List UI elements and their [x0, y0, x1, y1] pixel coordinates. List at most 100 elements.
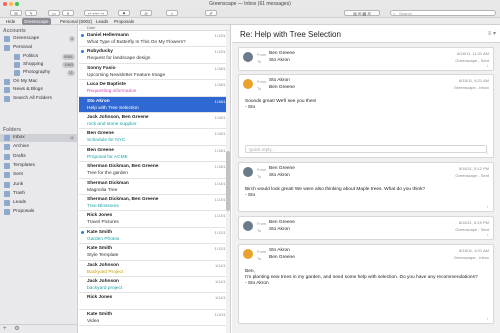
close-window-button[interactable]: [3, 2, 7, 6]
mail-window: Greenscape — Inbox (61 messages) ✉ ✎ ▭ ✕…: [0, 0, 500, 333]
body-line: I'm planting new trees in my garden, and…: [245, 275, 478, 280]
message-row[interactable]: Rubyducky Request for landscape design 1/1…: [79, 47, 230, 64]
delete-button[interactable]: ✕: [62, 10, 74, 16]
message-row[interactable]: Jack Johnson, Ben Greene rock and stone s…: [79, 113, 230, 130]
message-row[interactable]: Sherman Dickman Magnolia Tree 1/14/16: [79, 179, 230, 195]
view-switcher[interactable]: ▤ ✉ ▦ ☰: [344, 10, 380, 16]
card-date: 8/18/11, 6:15 PM: [458, 220, 489, 225]
message-card: From Ben Greene To Sto Akron 8/18/11, 6:15 P…: [238, 216, 494, 240]
message-list: Date Daniel Hellermann What Type of Butte…: [79, 25, 231, 333]
favorites-item-personal[interactable]: Personal (6002): [58, 18, 94, 25]
sidebar: Accounts Greenscape 4 Personal Politics 5981…: [0, 25, 78, 333]
compose-button[interactable]: ✎: [25, 10, 37, 16]
message-row[interactable]: Jack Johnson backyard project 1/11/16: [79, 277, 230, 294]
sidebar-folder-4[interactable]: Sent: [0, 171, 78, 179]
reply-buttons[interactable]: ↩ ↩↩ ↪: [84, 10, 108, 16]
from-label: From: [257, 52, 267, 57]
message-sender: Sto Akron: [87, 98, 110, 104]
message-row[interactable]: Rick Jones Travel Pictures 1/13/16: [79, 211, 230, 228]
sidebar-folder-label: Templates: [13, 162, 35, 168]
sidebar-account-0[interactable]: Greenscape 4: [0, 35, 78, 43]
card-recipient: Ben Greene: [269, 85, 295, 90]
message-row[interactable]: Sherman Dickman, Ben Greene Tree for the …: [79, 162, 230, 179]
sidebar-account-7[interactable]: Search All Folders: [0, 95, 78, 103]
card-recipient: Sto Akron: [269, 227, 290, 232]
card-date: 8/18/11, 6:21 AM: [459, 78, 489, 83]
message-subject: Tree Blossoms: [87, 204, 119, 209]
message-row[interactable]: Ben Greene Schedule for NYC 1/16/16: [79, 129, 230, 146]
message-card: From Ben Greene To Sto Akron 8/18/11, 11:31 …: [238, 47, 494, 71]
message-row[interactable]: Kate Smith Video 1/10/16: [79, 310, 230, 327]
message-subject: Garden Photos: [87, 236, 120, 242]
message-card: From Sto Akron To Ben Greene 8/18/11, 6:21 A…: [238, 74, 494, 158]
message-sender: Luca De Baptiste: [87, 82, 126, 88]
message-list-scrollbar[interactable]: [226, 31, 230, 333]
message-row[interactable]: Luca De Baptiste Requesting information 1/…: [79, 80, 230, 97]
expand-arrow-icon[interactable]: ↓: [487, 204, 490, 210]
sidebar-account-5[interactable]: On My Mac: [0, 78, 78, 86]
flag-button[interactable]: ⚑: [118, 10, 130, 16]
sidebar-account-3[interactable]: Shopping 1983: [0, 61, 78, 69]
minimize-window-button[interactable]: [9, 2, 13, 6]
sidebar-folder-6[interactable]: Trash: [0, 190, 78, 198]
message-row[interactable]: Sto Akron Help with Tree Selection 1/18/16: [79, 96, 230, 113]
expand-arrow-icon[interactable]: ↓: [487, 316, 490, 322]
get-mail-button[interactable]: ✉: [10, 10, 22, 16]
sidebar-folder-7[interactable]: Leads: [0, 199, 78, 207]
folder-icon: [4, 200, 10, 207]
expand-arrow-icon[interactable]: ↓: [487, 232, 490, 238]
message-row[interactable]: Jack Johnson Backyard Project 1/11/16: [79, 261, 230, 277]
sidebar-folder-3[interactable]: Templates: [0, 162, 78, 170]
sidebar-account-6[interactable]: News & Blogs: [0, 86, 78, 94]
message-subject: Schedule for NYC: [87, 138, 126, 144]
message-row[interactable]: Sonny Fasio Upcoming Newsletter Feature I…: [79, 64, 230, 81]
favorites-hide-button[interactable]: Hide: [4, 18, 17, 25]
quick-reply-field[interactable]: Quick reply...: [245, 145, 487, 153]
folder-icon: [4, 172, 10, 179]
gear-icon[interactable]: ⚙: [14, 326, 19, 332]
message-sender: Kate Smith: [87, 311, 113, 317]
tag-button[interactable]: ⌂: [166, 10, 178, 16]
unread-dot-icon: [81, 230, 84, 234]
message-row[interactable]: Daniel Hellermann What Type of Butterfly …: [79, 31, 230, 48]
message-row[interactable]: Kate Smith Style Template 1/12/16: [79, 244, 230, 261]
card-sender: Ben Greene: [269, 166, 295, 171]
junk-button[interactable]: ⊘: [140, 10, 152, 16]
scrollbar-thumb[interactable]: [226, 151, 230, 211]
expand-arrow-icon[interactable]: ↓: [487, 150, 490, 156]
folder-icon: [14, 54, 20, 60]
sidebar-account-label: Personal: [13, 45, 32, 50]
sidebar-account-4[interactable]: Photography 11: [0, 69, 78, 77]
archive-button[interactable]: ▭: [48, 10, 60, 16]
photo-avatar: [243, 167, 253, 177]
favorites-item-leads[interactable]: Leads: [94, 18, 110, 25]
pencil-icon: ✐: [209, 11, 213, 16]
thread-options-icon[interactable]: ≡ ▾: [488, 30, 496, 37]
favorites-item-proposals[interactable]: Proposals: [112, 18, 136, 25]
sidebar-folder-8[interactable]: Proposals: [0, 208, 78, 216]
search-field[interactable]: ⌕ Search: [390, 10, 496, 16]
sidebar-folder-2[interactable]: Drafts: [0, 153, 78, 161]
favorites-item-greenscape[interactable]: Greenscape: [22, 18, 51, 25]
message-row[interactable]: Ben Greene Proposal for ACME 1/15/16: [79, 146, 230, 163]
sidebar-footer: + ⚙: [0, 324, 78, 333]
trash-icon: ✕: [66, 11, 70, 16]
expand-arrow-icon[interactable]: ↓: [487, 63, 490, 69]
sidebar-folder-label: Proposals: [13, 209, 35, 215]
message-row[interactable]: Rick Jones 1/11/16: [79, 293, 230, 310]
message-row[interactable]: Kate Smith Garden Photos 1/12/16: [79, 228, 230, 245]
sidebar-folder-0[interactable]: Inbox 4: [0, 134, 78, 142]
sidebar-folder-1[interactable]: Archive: [0, 143, 78, 151]
zoom-window-button[interactable]: [15, 2, 19, 6]
message-subject: backyard project: [87, 286, 123, 291]
view-icons: ▤ ✉ ▦ ☰: [353, 11, 371, 16]
sidebar-account-2[interactable]: Politics 5981: [0, 53, 78, 61]
card-recipient: Ben Greene: [269, 255, 295, 260]
sidebar-folder-5[interactable]: Junk: [0, 181, 78, 189]
message-sender: Jack Johnson: [87, 262, 119, 268]
message-row[interactable]: Sherman Dickman, Ben Greene Tree Blossoms…: [79, 195, 230, 212]
add-account-icon[interactable]: +: [3, 326, 7, 332]
edit-button[interactable]: ✐: [205, 10, 217, 16]
folder-icon: [4, 79, 10, 85]
sidebar-account-1[interactable]: Personal: [0, 44, 78, 52]
